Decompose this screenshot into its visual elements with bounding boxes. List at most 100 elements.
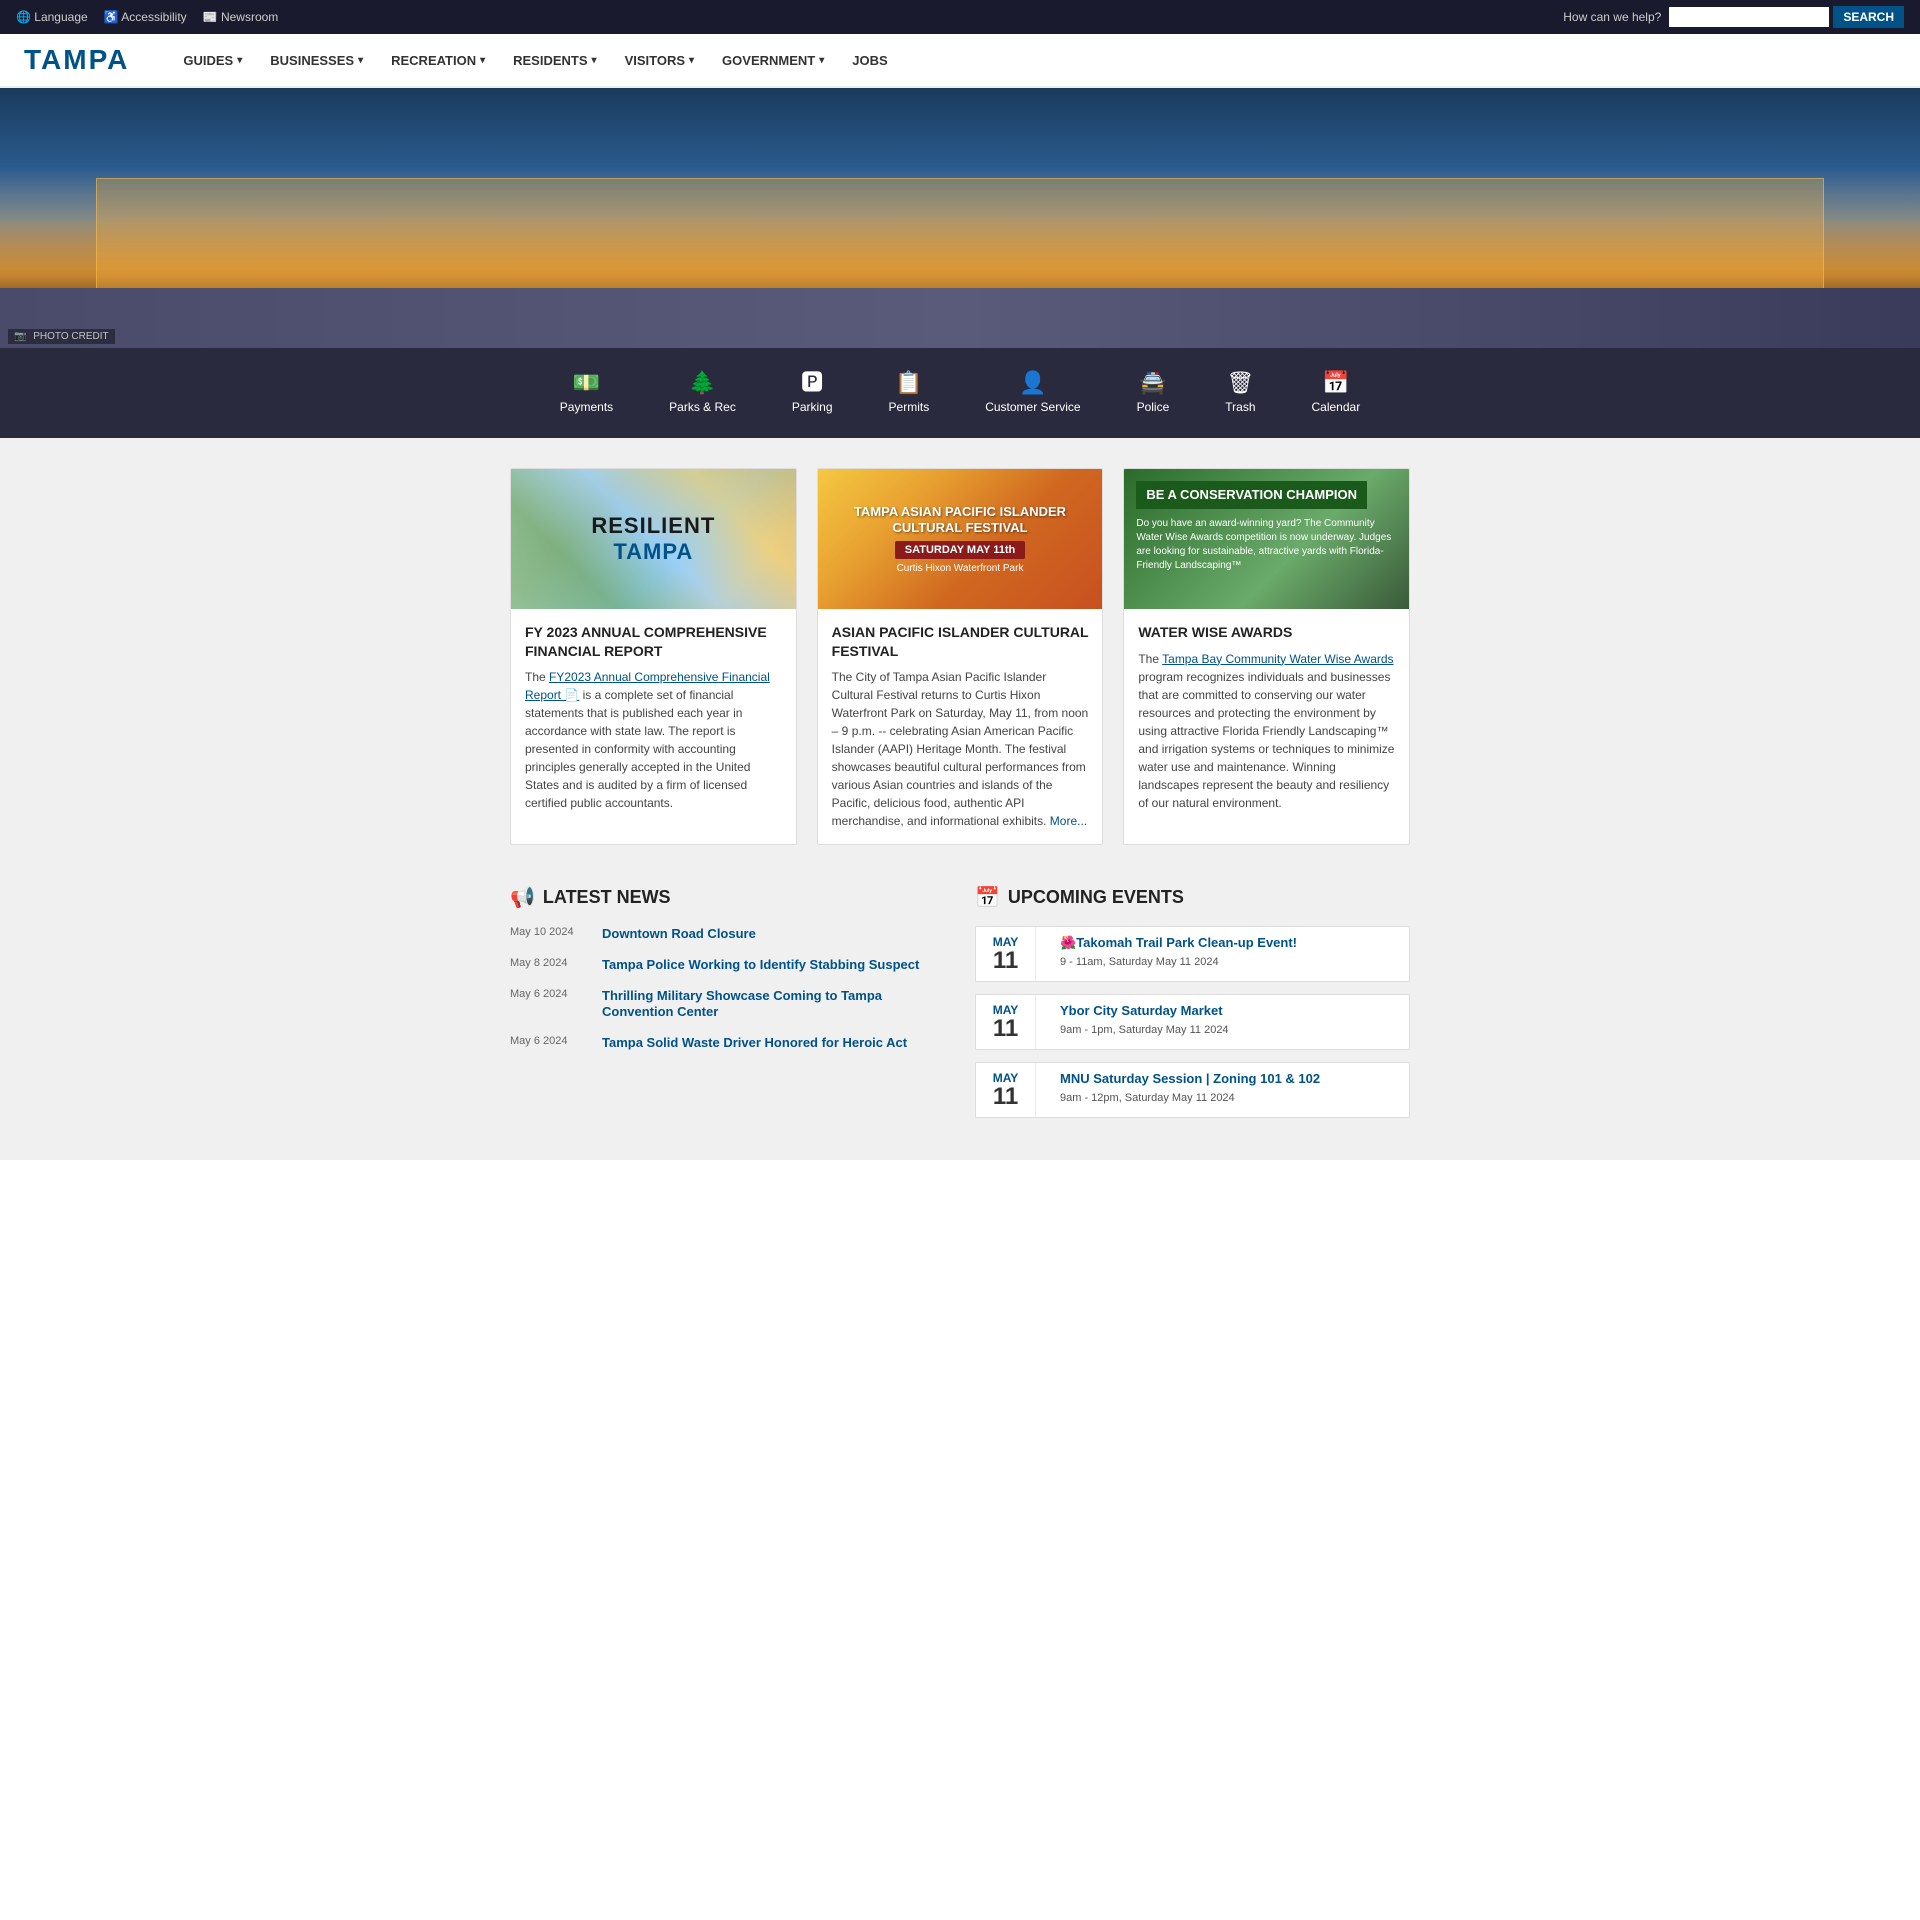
festival-date-badge: SATURDAY MAY 11th (895, 541, 1025, 559)
quick-link-parks-rec[interactable]: 🌲 Parks & Rec (641, 364, 764, 422)
news-card-body-resilient: FY 2023 ANNUAL COMPREHENSIVE FINANCIAL R… (511, 609, 796, 825)
customer-service-icon: 👤 (1019, 372, 1046, 394)
event-link-takomah[interactable]: 🌺Takomah Trail Park Clean-up Event! (1060, 935, 1297, 952)
nav-item-government[interactable]: GOVERNMENT ▾ (708, 45, 838, 76)
news-link-stabbing[interactable]: Tampa Police Working to Identify Stabbin… (602, 957, 919, 974)
news-date: May 6 2024 (510, 988, 590, 1000)
hero-walkway (0, 288, 1920, 348)
news-card-body-conservation: WATER WISE AWARDS The Tampa Bay Communit… (1124, 609, 1409, 825)
search-input[interactable] (1669, 7, 1829, 27)
card-image-festival: TAMPA ASIAN PACIFIC ISLANDER CULTURAL FE… (818, 469, 1103, 609)
quick-link-label-payments: Payments (560, 400, 613, 414)
nav-item-recreation[interactable]: RECREATION ▾ (377, 45, 499, 76)
list-item: May 10 2024 Downtown Road Closure (510, 926, 945, 943)
parks-icon: 🌲 (689, 372, 716, 394)
nav-item-guides[interactable]: GUIDES ▾ (169, 45, 256, 76)
list-item: May 6 2024 Thrilling Military Showcase C… (510, 988, 945, 1022)
news-card-body-festival: ASIAN PACIFIC ISLANDER CULTURAL FESTIVAL… (818, 609, 1103, 843)
accessibility-link[interactable]: ♿ Accessibility (104, 10, 187, 24)
news-card-title-festival: ASIAN PACIFIC ISLANDER CULTURAL FESTIVAL (832, 623, 1089, 659)
news-card-text-conservation: The Tampa Bay Community Water Wise Award… (1138, 650, 1395, 812)
quick-link-police[interactable]: 🚔 Police (1109, 364, 1198, 422)
nav-item-residents[interactable]: RESIDENTS ▾ (499, 45, 610, 76)
quick-links-bar: 💵 Payments 🌲 Parks & Rec 🅿 Parking 📋 Per… (0, 348, 1920, 438)
payments-icon: 💵 (573, 372, 600, 394)
quick-link-calendar[interactable]: 📅 Calendar (1284, 364, 1389, 422)
fy2023-report-link[interactable]: FY2023 Annual Comprehensive Financial Re… (525, 670, 770, 702)
event-date-box: May 11 (976, 927, 1036, 981)
hero-image: 📷 PHOTO CREDIT (0, 88, 1920, 348)
quick-link-payments[interactable]: 💵 Payments (532, 364, 641, 422)
upcoming-events-title: UPCOMING EVENTS (1008, 887, 1184, 908)
list-item: May 8 2024 Tampa Police Working to Ident… (510, 957, 945, 974)
search-label: How can we help? (1563, 10, 1661, 24)
search-area: How can we help? SEARCH (1563, 6, 1904, 28)
chevron-down-icon: ▾ (358, 55, 363, 66)
event-link-ybor[interactable]: Ybor City Saturday Market (1060, 1003, 1229, 1020)
news-date: May 8 2024 (510, 957, 590, 969)
search-button[interactable]: SEARCH (1833, 6, 1904, 28)
latest-news-section: 📢 LATEST NEWS May 10 2024 Downtown Road … (510, 885, 945, 1130)
megaphone-icon: 📢 (510, 885, 535, 910)
news-card-festival: TAMPA ASIAN PACIFIC ISLANDER CULTURAL FE… (817, 468, 1104, 844)
event-time: 9 - 11am, Saturday May 11 2024 (1060, 956, 1297, 968)
event-day: 11 (993, 949, 1018, 973)
quick-link-permits[interactable]: 📋 Permits (861, 364, 958, 422)
news-cards: RESILIENT TAMPA FY 2023 ANNUAL COMPREHEN… (510, 468, 1410, 844)
news-link-military[interactable]: Thrilling Military Showcase Coming to Ta… (602, 988, 945, 1022)
photo-credit[interactable]: 📷 PHOTO CREDIT (8, 329, 115, 344)
conservation-sub: Do you have an award-winning yard? The C… (1136, 517, 1397, 573)
nav-item-businesses[interactable]: BUSINESSES ▾ (256, 45, 377, 76)
calendar-icon: 📅 (1322, 372, 1349, 394)
site-logo[interactable]: TAMPA (24, 44, 129, 76)
quick-link-label-permits: Permits (889, 400, 930, 414)
news-card-conservation: BE A CONSERVATION CHAMPION Do you have a… (1123, 468, 1410, 844)
search-box: SEARCH (1669, 6, 1904, 28)
news-card-title-resilient: FY 2023 ANNUAL COMPREHENSIVE FINANCIAL R… (525, 623, 782, 659)
quick-link-label-parks: Parks & Rec (669, 400, 736, 414)
nav-item-jobs[interactable]: JOBS (838, 45, 901, 76)
main-header: TAMPA GUIDES ▾ BUSINESSES ▾ RECREATION ▾… (0, 34, 1920, 88)
festival-venue: Curtis Hixon Waterfront Park (897, 563, 1024, 574)
resilient-line2: TAMPA (591, 539, 715, 565)
news-card-resilient: RESILIENT TAMPA FY 2023 ANNUAL COMPREHEN… (510, 468, 797, 844)
chevron-down-icon: ▾ (480, 55, 485, 66)
festival-more-link[interactable]: More... (1050, 814, 1087, 828)
card-image-resilient: RESILIENT TAMPA (511, 469, 796, 609)
event-info: 🌺Takomah Trail Park Clean-up Event! 9 - … (1050, 927, 1307, 981)
nav-link-jobs[interactable]: JOBS (838, 45, 901, 76)
top-bar: 🌐 Language ♿ Accessibility 📰 Newsroom Ho… (0, 0, 1920, 34)
nav-link-guides[interactable]: GUIDES ▾ (169, 45, 256, 76)
language-link[interactable]: 🌐 Language (16, 10, 88, 24)
list-item: May 6 2024 Tampa Solid Waste Driver Hono… (510, 1035, 945, 1052)
police-icon: 🚔 (1139, 372, 1166, 394)
newsroom-link[interactable]: 📰 Newsroom (203, 10, 279, 24)
list-item: May 11 Ybor City Saturday Market 9am - 1… (975, 994, 1410, 1050)
latest-news-header: 📢 LATEST NEWS (510, 885, 945, 910)
calendar-icon: 📅 (975, 885, 1000, 910)
nav-link-government[interactable]: GOVERNMENT ▾ (708, 45, 838, 76)
card-image-conservation: BE A CONSERVATION CHAMPION Do you have a… (1124, 469, 1409, 609)
camera-icon: 📷 (14, 331, 26, 342)
nav-item-visitors[interactable]: VISITORS ▾ (611, 45, 708, 76)
quick-link-parking[interactable]: 🅿 Parking (764, 364, 861, 422)
nav-link-visitors[interactable]: VISITORS ▾ (611, 45, 708, 76)
trash-icon: 🗑 (1226, 372, 1254, 394)
chevron-down-icon: ▾ (819, 55, 824, 66)
nav-link-recreation[interactable]: RECREATION ▾ (377, 45, 499, 76)
quick-link-customer-service[interactable]: 👤 Customer Service (957, 364, 1108, 422)
quick-link-trash[interactable]: 🗑 Trash (1197, 364, 1283, 422)
news-card-text-festival: The City of Tampa Asian Pacific Islander… (832, 668, 1089, 830)
news-date: May 10 2024 (510, 926, 590, 938)
event-link-mnu[interactable]: MNU Saturday Session | Zoning 101 & 102 (1060, 1071, 1320, 1088)
nav-link-businesses[interactable]: BUSINESSES ▾ (256, 45, 377, 76)
nav-list: GUIDES ▾ BUSINESSES ▾ RECREATION ▾ RESID… (169, 45, 901, 76)
news-link-road-closure[interactable]: Downtown Road Closure (602, 926, 756, 943)
chevron-down-icon: ▾ (592, 55, 597, 66)
news-link-solid-waste[interactable]: Tampa Solid Waste Driver Honored for Her… (602, 1035, 907, 1052)
water-wise-link[interactable]: Tampa Bay Community Water Wise Awards (1162, 652, 1393, 666)
festival-title: TAMPA ASIAN PACIFIC ISLANDER CULTURAL FE… (826, 504, 1095, 535)
latest-news-title: LATEST NEWS (543, 887, 671, 908)
upcoming-events-section: 📅 UPCOMING EVENTS May 11 🌺Takomah Trail … (975, 885, 1410, 1130)
nav-link-residents[interactable]: RESIDENTS ▾ (499, 45, 610, 76)
